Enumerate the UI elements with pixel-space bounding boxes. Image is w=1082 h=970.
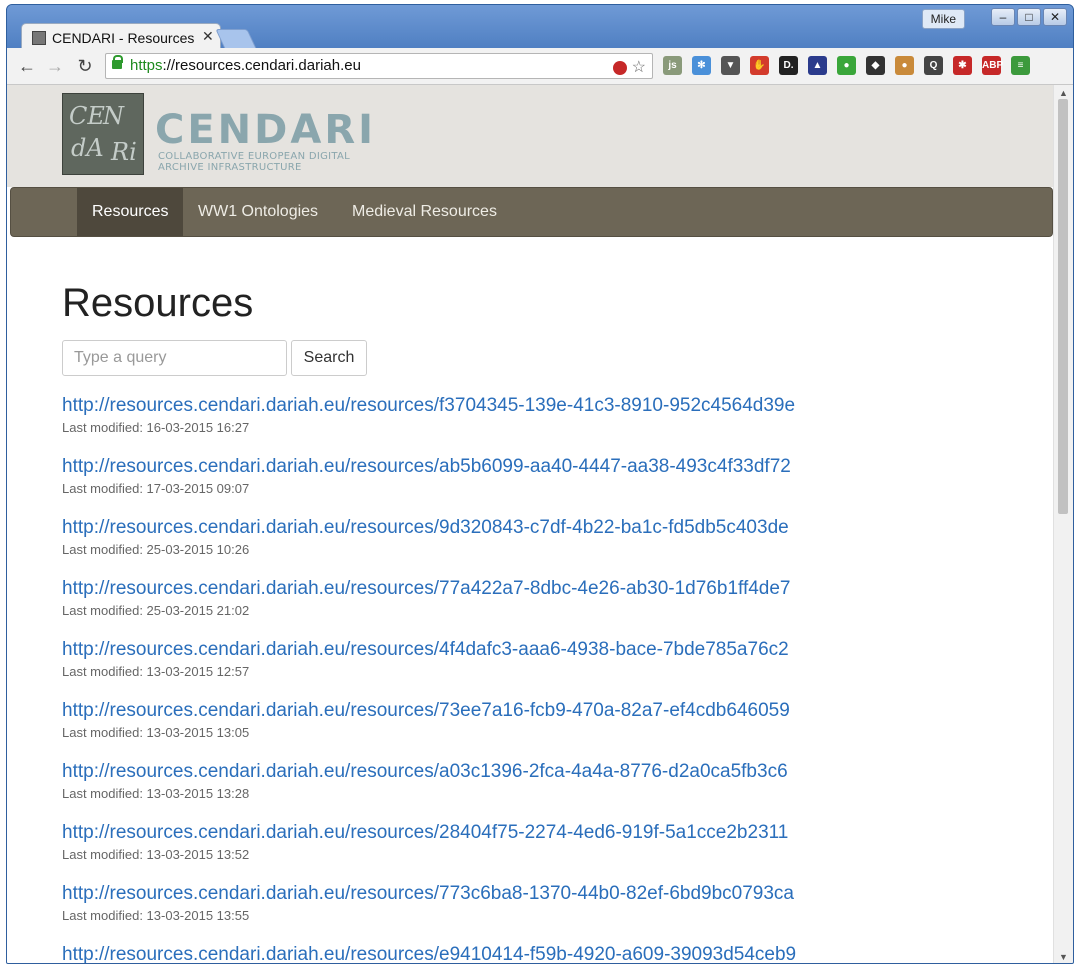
result-last-modified: Last modified: 16-03-2015 16:27 (62, 420, 250, 435)
menu-icon[interactable]: ≡ (1011, 56, 1030, 75)
scroll-down-icon[interactable]: ▼ (1059, 952, 1068, 962)
page-title: Resources (62, 281, 254, 325)
result-item: http://resources.cendari.dariah.eu/resou… (62, 576, 1022, 637)
extension-icons: js ✻ ▼ ✋ D. ▲ ● ◆ ● Q ✱ ABP ≡ (663, 56, 1030, 75)
result-link[interactable]: http://resources.cendari.dariah.eu/resou… (62, 515, 1022, 541)
main-navbar: Resources WW1 Ontologies Medieval Resour… (10, 187, 1053, 237)
user-profile-button[interactable]: Mike (921, 9, 965, 29)
back-icon[interactable]: ← (15, 54, 39, 78)
nav-item-medieval-resources[interactable]: Medieval Resources (337, 188, 512, 236)
close-window-button[interactable]: ✕ (1043, 8, 1067, 26)
asterisk-icon[interactable]: ✱ (953, 56, 972, 75)
scroll-up-icon[interactable]: ▲ (1059, 88, 1068, 98)
title-bar: CENDARI - Resources ✕ Mike – □ ✕ (7, 5, 1073, 51)
result-last-modified: Last modified: 13-03-2015 12:57 (62, 664, 250, 679)
js-icon[interactable]: js (663, 56, 682, 75)
pocket-like-icon[interactable]: ✻ (692, 56, 711, 75)
result-item: http://resources.cendari.dariah.eu/resou… (62, 637, 1022, 698)
result-item: http://resources.cendari.dariah.eu/resou… (62, 515, 1022, 576)
magnifier-icon[interactable]: Q (924, 56, 943, 75)
search-button[interactable]: Search (291, 340, 367, 376)
results-list: http://resources.cendari.dariah.eu/resou… (62, 393, 1022, 963)
nav-item-ww1-ontologies[interactable]: WW1 Ontologies (183, 188, 333, 236)
bookmark-star-icon[interactable]: ☆ (632, 59, 646, 76)
result-link[interactable]: http://resources.cendari.dariah.eu/resou… (62, 393, 1022, 419)
tab-title: CENDARI - Resources (52, 30, 194, 46)
result-last-modified: Last modified: 13-03-2015 13:52 (62, 847, 250, 862)
result-link[interactable]: http://resources.cendari.dariah.eu/resou… (62, 759, 1022, 785)
result-link[interactable]: http://resources.cendari.dariah.eu/resou… (62, 454, 1022, 480)
result-last-modified: Last modified: 13-03-2015 13:28 (62, 786, 250, 801)
scroll-thumb[interactable] (1058, 99, 1068, 514)
result-item: http://resources.cendari.dariah.eu/resou… (62, 881, 1022, 942)
page-viewport: CE N dA Ri CENDARI Collaborative Europea… (7, 85, 1053, 963)
result-last-modified: Last modified: 25-03-2015 21:02 (62, 603, 250, 618)
stop-hand-icon[interactable]: ✋ (750, 56, 769, 75)
result-last-modified: Last modified: 17-03-2015 09:07 (62, 481, 250, 496)
lock-icon (112, 55, 123, 69)
result-item: http://resources.cendari.dariah.eu/resou… (62, 454, 1022, 515)
result-link[interactable]: http://resources.cendari.dariah.eu/resou… (62, 820, 1022, 846)
logo-subtitle: Collaborative European Digital Archive I… (158, 151, 351, 173)
browser-window: CENDARI - Resources ✕ Mike – □ ✕ ← → ↻ h… (6, 4, 1074, 964)
nav-item-resources[interactable]: Resources (77, 188, 184, 236)
leaf-icon[interactable]: ● (837, 56, 856, 75)
vertical-scrollbar[interactable]: ▲ ▼ (1053, 85, 1073, 963)
cendari-favicon-icon (32, 31, 46, 45)
reload-icon[interactable]: ↻ (73, 54, 97, 78)
adblock-icon[interactable]: ABP (982, 56, 1003, 75)
url-scheme: https (130, 57, 163, 74)
result-last-modified: Last modified: 13-03-2015 13:05 (62, 725, 250, 740)
result-link[interactable]: http://resources.cendari.dariah.eu/resou… (62, 576, 1022, 602)
maximize-button[interactable]: □ (1017, 8, 1041, 26)
browser-tab[interactable]: CENDARI - Resources ✕ (21, 23, 221, 51)
minimize-button[interactable]: – (991, 8, 1015, 26)
omnibox-actions: ☆ (613, 57, 646, 77)
result-item: http://resources.cendari.dariah.eu/resou… (62, 820, 1022, 881)
search-input[interactable] (62, 340, 287, 376)
new-tab-button[interactable] (215, 29, 257, 49)
cookie-icon[interactable]: ● (895, 56, 914, 75)
tab-close-icon[interactable]: ✕ (202, 28, 214, 45)
result-item: http://resources.cendari.dariah.eu/resou… (62, 698, 1022, 759)
mask-icon[interactable]: ◆ (866, 56, 885, 75)
result-last-modified: Last modified: 13-03-2015 13:55 (62, 908, 250, 923)
result-link[interactable]: http://resources.cendari.dariah.eu/resou… (62, 942, 1022, 963)
blocked-icon[interactable] (613, 60, 628, 75)
result-item: http://resources.cendari.dariah.eu/resou… (62, 759, 1022, 820)
chart-icon[interactable]: ▲ (808, 56, 827, 75)
address-bar[interactable]: https://resources.cendari.dariah.eu ☆ (105, 53, 653, 79)
site-header: CE N dA Ri CENDARI Collaborative Europea… (7, 85, 1053, 187)
d-icon[interactable]: D. (779, 56, 798, 75)
result-last-modified: Last modified: 25-03-2015 10:26 (62, 542, 250, 557)
result-link[interactable]: http://resources.cendari.dariah.eu/resou… (62, 698, 1022, 724)
url-host: ://resources.cendari.dariah.eu (162, 57, 361, 74)
pocket-icon[interactable]: ▼ (721, 56, 740, 75)
url-text: https://resources.cendari.dariah.eu (130, 57, 361, 74)
result-link[interactable]: http://resources.cendari.dariah.eu/resou… (62, 637, 1022, 663)
result-item: http://resources.cendari.dariah.eu/resou… (62, 393, 1022, 454)
result-item: http://resources.cendari.dariah.eu/resou… (62, 942, 1022, 963)
browser-toolbar: ← → ↻ https://resources.cendari.dariah.e… (7, 48, 1073, 85)
cendari-logo-icon[interactable]: CE N dA Ri (62, 93, 144, 175)
result-link[interactable]: http://resources.cendari.dariah.eu/resou… (62, 881, 1022, 907)
logo-title[interactable]: CENDARI (155, 107, 376, 153)
forward-icon[interactable]: → (43, 54, 67, 78)
